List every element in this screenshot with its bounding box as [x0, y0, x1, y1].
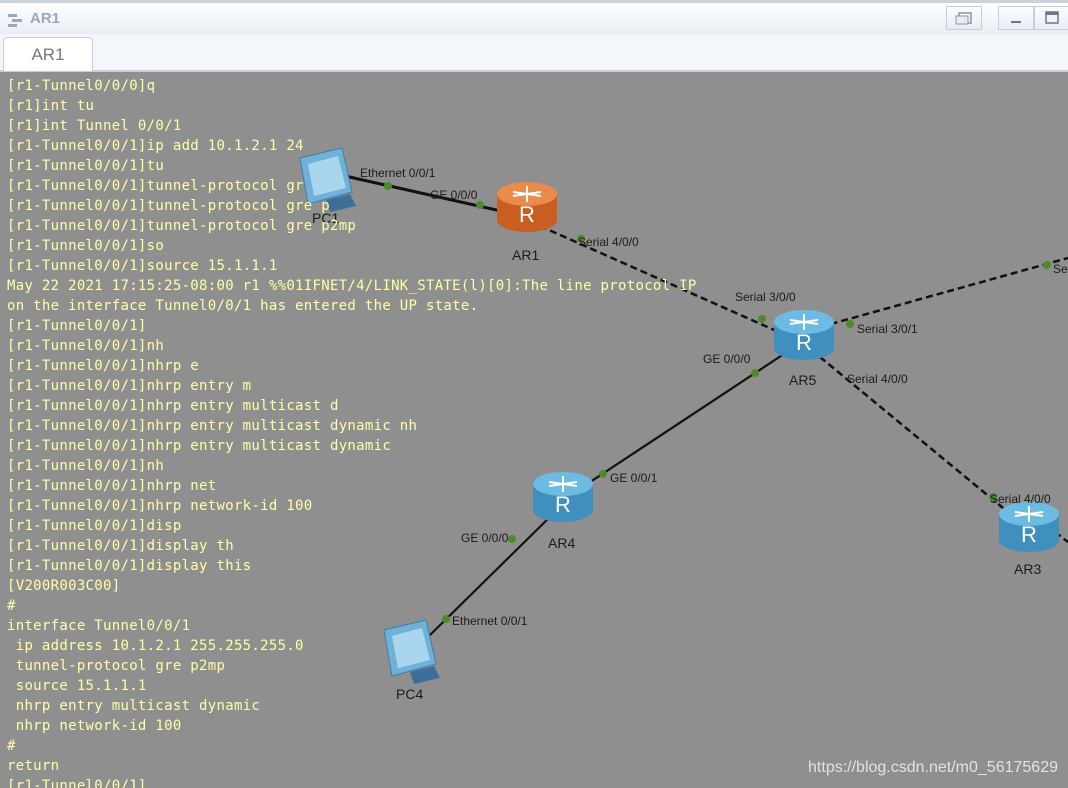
- restore-button[interactable]: [946, 6, 982, 30]
- interface-label: Serial 4/0/0: [847, 372, 908, 386]
- console-line: [r1-Tunnel0/0/1]nhrp e: [7, 358, 200, 374]
- console-line: [r1-Tunnel0/0/1]nhrp entry m: [7, 378, 252, 394]
- window-titlebar[interactable]: AR1: [0, 0, 1068, 34]
- port-dot: [846, 320, 854, 328]
- console-line: source 15.1.1.1: [7, 678, 147, 694]
- console-line: [r1-Tunnel0/0/1]so: [7, 238, 165, 254]
- window-title: AR1: [30, 10, 61, 27]
- console-line: [r1-Tunnel0/0/1]source 15.1.1.1: [7, 258, 278, 274]
- console-line: [r1-Tunnel0/0/0]q: [7, 78, 156, 94]
- tab-bar: AR1: [0, 34, 1068, 72]
- maximize-icon: [1045, 11, 1059, 24]
- console-output[interactable]: [r1-Tunnel0/0/0]q [r1]int tu [r1]int Tunne…: [7, 76, 697, 788]
- console-line: #: [7, 598, 16, 614]
- console-line: [r1-Tunnel0/0/1]display th: [7, 538, 234, 554]
- console-line: [r1-Tunnel0/0/1]display this: [7, 558, 252, 574]
- console-line: [r1]int Tunnel 0/0/1: [7, 118, 182, 134]
- interface-label: Serial 3/0/1: [857, 322, 918, 336]
- console-line: [V200R003C00]: [7, 578, 121, 594]
- port-dot: [1043, 261, 1051, 269]
- console-line: [r1-Tunnel0/0/1]tu: [7, 158, 165, 174]
- console-line: nhrp entry multicast dynamic: [7, 698, 261, 714]
- console-line: [r1-Tunnel0/0/1]tunnel-protocol gr: [7, 178, 304, 194]
- console-line: [r1-Tunnel0/0/1]: [7, 778, 147, 788]
- interface-label: Se: [1053, 262, 1068, 276]
- console-line: [r1-Tunnel0/0/1]nh: [7, 458, 165, 474]
- console-line: [r1]int tu: [7, 98, 95, 114]
- ensp-app-icon: [8, 14, 22, 27]
- minimize-icon: [1011, 21, 1021, 23]
- maximize-button[interactable]: [1034, 6, 1068, 30]
- tab-ar1[interactable]: AR1: [3, 37, 93, 71]
- console-line: #: [7, 738, 16, 754]
- port-dot: [758, 315, 766, 323]
- router-ar3-icon: R: [999, 502, 1059, 552]
- console-line: [r1-Tunnel0/0/1]nhrp entry multicast dyn…: [7, 418, 418, 434]
- console-line: on the interface Tunnel0/0/1 has entered…: [7, 298, 479, 314]
- interface-label: Serial 3/0/0: [735, 290, 796, 304]
- console-line: [r1-Tunnel0/0/1]: [7, 318, 147, 334]
- restore-icon: [955, 12, 972, 25]
- port-dot: [751, 369, 759, 377]
- router-ar5-icon: R: [774, 310, 834, 360]
- console-line: ip address 10.1.2.1 255.255.255.0: [7, 638, 304, 654]
- console-line: tunnel-protocol gre p2mp: [7, 658, 226, 674]
- console-line: interface Tunnel0/0/1: [7, 618, 191, 634]
- svg-text:R: R: [796, 330, 812, 355]
- console-line: May 22 2021 17:15:25-08:00 r1 %%01IFNET/…: [7, 278, 697, 294]
- device-label-ar5[interactable]: AR5: [789, 372, 816, 388]
- console-line: [r1-Tunnel0/0/1]nh: [7, 338, 165, 354]
- console-line: [r1-Tunnel0/0/1]tunnel-protocol gre p: [7, 198, 330, 214]
- console-line: [r1-Tunnel0/0/1]nhrp entry multicast dyn…: [7, 438, 392, 454]
- console-line: [r1-Tunnel0/0/1]nhrp entry multicast d: [7, 398, 339, 414]
- watermark-text: https://blog.csdn.net/m0_56175629: [808, 759, 1058, 776]
- console-line: [r1-Tunnel0/0/1]nhrp net: [7, 478, 217, 494]
- console-line: [r1-Tunnel0/0/1]tunnel-protocol gre p2mp: [7, 218, 357, 234]
- console-line: nhrp network-id 100: [7, 718, 182, 734]
- link-ar5-right: [819, 256, 1068, 329]
- console-line: return: [7, 758, 60, 774]
- minimize-button[interactable]: [998, 6, 1034, 30]
- device-label-ar3[interactable]: AR3: [1014, 561, 1041, 577]
- console-line: [r1-Tunnel0/0/1]ip add 10.1.2.1 24: [7, 138, 304, 154]
- svg-text:R: R: [1021, 522, 1037, 547]
- interface-label: Serial 4/0/0: [990, 492, 1051, 506]
- console-line: [r1-Tunnel0/0/1]nhrp network-id 100: [7, 498, 313, 514]
- console-line: [r1-Tunnel0/0/1]disp: [7, 518, 182, 534]
- interface-label: GE 0/0/0: [703, 352, 751, 366]
- workspace-canvas[interactable]: R R R R PC1 AR1 AR5 AR4 AR3 PC4 Ethernet…: [0, 72, 1068, 788]
